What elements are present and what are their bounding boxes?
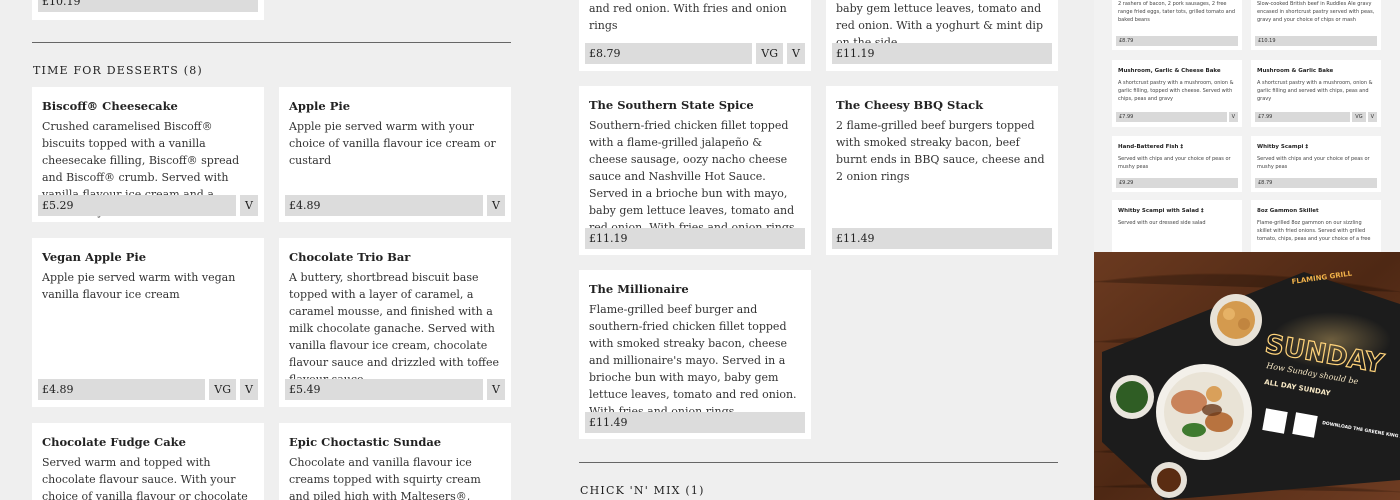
mini-item-description: Served with our dressed side salad — [1118, 220, 1206, 226]
section-title-desserts: TIME FOR DESSERTS (8) — [33, 64, 203, 77]
item-price: £11.19 — [585, 228, 805, 249]
mini-item-description: A shortcrust pastry with a mushroom, oni… — [1118, 80, 1234, 102]
mini-item-description: Served with chips and your choice of pea… — [1118, 156, 1231, 170]
vegetarian-badge: V — [240, 379, 258, 400]
qr-code-icon — [1262, 408, 1288, 434]
item-name: Apple Pie — [289, 99, 351, 113]
mini-item-description: Flame-grilled 8oz gammon on our sizzling… — [1257, 220, 1371, 242]
item-description: Apple pie served warm with vegan vanilla… — [42, 271, 236, 301]
item-name: Vegan Apple Pie — [42, 250, 147, 264]
vegetarian-badge: V — [487, 195, 505, 216]
mini-item-name: 8oz Gammon Skillet — [1257, 208, 1319, 214]
item-description: Apple pie served warm with your choice o… — [289, 120, 496, 167]
mini-item-price: £7.99 — [1255, 112, 1351, 122]
mini-item-name: Whitby Scampi ‡ — [1257, 144, 1309, 150]
mini-menu-card: 2 rashers of bacon, 2 pork sausages, 2 f… — [1112, 0, 1242, 50]
promo-photo-illustration: FLAMING GRILL SUNDAY How Sunday should b… — [1094, 252, 1400, 500]
item-name: Chocolate Fudge Cake — [42, 435, 186, 449]
item-description: Served warm and topped with chocolate fl… — [42, 456, 248, 500]
menu-item-card[interactable]: Chocolate Fudge Cake Served warm and top… — [32, 423, 264, 500]
mini-menu-card: 8oz Gammon Skillet Flame-grilled 8oz gam… — [1251, 200, 1381, 252]
mini-menu-card: Slow-cooked British beef in Ruddles Ale … — [1251, 0, 1381, 50]
section-divider — [579, 462, 1058, 463]
mini-menu-card: Mushroom, Garlic & Cheese Bake A shortcr… — [1112, 60, 1242, 127]
image-gallery-column: 2 rashers of bacon, 2 pork sausages, 2 f… — [1094, 0, 1400, 500]
vegetarian-badge: V — [787, 43, 805, 64]
mini-vegetarian-badge: V — [1367, 112, 1377, 122]
mini-vegan-badge: VG — [1352, 112, 1366, 122]
vegan-badge: VG — [756, 43, 783, 64]
menu-item-card[interactable]: Epic Choctastic Sundae Chocolate and van… — [279, 423, 511, 500]
mini-item-price: £8.79 — [1116, 36, 1238, 46]
mini-item-description: A shortcrust pastry with a mushroom, oni… — [1257, 80, 1373, 102]
item-price: £11.19 — [832, 43, 1052, 64]
mini-item-price: £8.79 — [1255, 178, 1377, 188]
menu-photo[interactable]: 2 rashers of bacon, 2 pork sausages, 2 f… — [1094, 0, 1400, 252]
item-name: Chocolate Trio Bar — [289, 250, 411, 264]
item-description: Chocolate and vanilla flavour ice creams… — [289, 456, 481, 500]
item-price: £4.89 — [285, 195, 483, 216]
item-name: Biscoff® Cheesecake — [42, 99, 178, 113]
mini-item-name: Mushroom & Garlic Bake — [1257, 68, 1334, 74]
vegan-badge: VG — [209, 379, 236, 400]
vegetarian-badge: V — [240, 195, 258, 216]
menu-item-card[interactable]: and red onion. With fries and onion ring… — [579, 0, 811, 71]
mini-item-price: £7.99 — [1116, 112, 1227, 122]
mini-item-price: £10.19 — [1255, 36, 1377, 46]
menu-item-card-previous[interactable]: £10.19 — [32, 0, 264, 20]
item-description: Southern-fried chicken fillet topped wit… — [589, 119, 795, 234]
menu-item-card[interactable]: Apple Pie Apple pie served warm with you… — [279, 87, 511, 222]
item-name: Epic Choctastic Sundae — [289, 435, 442, 449]
mini-item-description: Slow-cooked British beef in Ruddles Ale … — [1257, 1, 1375, 23]
mini-menu-card: Whitby Scampi ‡ Served with chips and yo… — [1251, 136, 1381, 192]
item-description: A buttery, shortbread biscuit base toppe… — [289, 271, 499, 386]
item-price: £5.29 — [38, 195, 236, 216]
menu-item-card[interactable]: The Cheesy BBQ Stack 2 flame-grilled bee… — [826, 86, 1058, 255]
item-description: and red onion. With fries and onion ring… — [589, 2, 787, 32]
mini-item-name: Mushroom, Garlic & Cheese Bake — [1118, 68, 1221, 74]
menu-item-card[interactable]: Chocolate Trio Bar A buttery, shortbread… — [279, 238, 511, 407]
menu-item-card[interactable]: The Millionaire Flame-grilled beef burge… — [579, 270, 811, 439]
item-price: £11.49 — [585, 412, 805, 433]
desserts-column: £10.19 TIME FOR DESSERTS (8) Biscoff® Ch… — [0, 0, 543, 500]
item-name: The Cheesy BBQ Stack — [836, 98, 984, 112]
item-price: £10.19 — [38, 0, 258, 12]
mini-item-description: 2 rashers of bacon, 2 pork sausages, 2 f… — [1118, 1, 1236, 23]
vegetarian-badge: V — [487, 379, 505, 400]
menu-item-card[interactable]: Biscoff® Cheesecake Crushed caramelised … — [32, 87, 264, 222]
menu-item-card[interactable]: baby gem lettuce leaves, tomato and red … — [826, 0, 1058, 71]
sunday-promo-photo[interactable]: FLAMING GRILL SUNDAY How Sunday should b… — [1094, 252, 1400, 500]
item-price: £4.89 — [38, 379, 206, 400]
item-price: £8.79 — [585, 43, 753, 64]
mini-menu-card: Hand-Battered Fish ‡ Served with chips a… — [1112, 136, 1242, 192]
mini-item-name: Whitby Scampi with Salad ‡ — [1118, 208, 1204, 214]
mini-menu-card: Whitby Scampi with Salad ‡ Served with o… — [1112, 200, 1242, 252]
item-description: 2 flame-grilled beef burgers topped with… — [836, 119, 1045, 183]
item-description: Flame-grilled beef burger and southern-f… — [589, 303, 797, 418]
item-price: £11.49 — [832, 228, 1052, 249]
item-name: The Southern State Spice — [589, 98, 754, 112]
section-divider — [32, 42, 511, 43]
mini-item-description: Served with chips and your choice of pea… — [1257, 156, 1370, 170]
menu-item-card[interactable]: Vegan Apple Pie Apple pie served warm wi… — [32, 238, 264, 407]
burgers-column: and red onion. With fries and onion ring… — [543, 0, 1094, 500]
mini-vegetarian-badge: V — [1228, 112, 1238, 122]
item-name: The Millionaire — [589, 282, 689, 296]
menu-item-card[interactable]: The Southern State Spice Southern-fried … — [579, 86, 811, 255]
mini-menu-card: Mushroom & Garlic Bake A shortcrust past… — [1251, 60, 1381, 127]
item-price: £5.49 — [285, 379, 483, 400]
mini-item-price: £9.29 — [1116, 178, 1238, 188]
qr-code-icon — [1292, 412, 1318, 438]
section-title-chick-n-mix: CHICK 'N' MIX (1) — [580, 484, 705, 497]
mini-item-name: Hand-Battered Fish ‡ — [1118, 144, 1184, 150]
